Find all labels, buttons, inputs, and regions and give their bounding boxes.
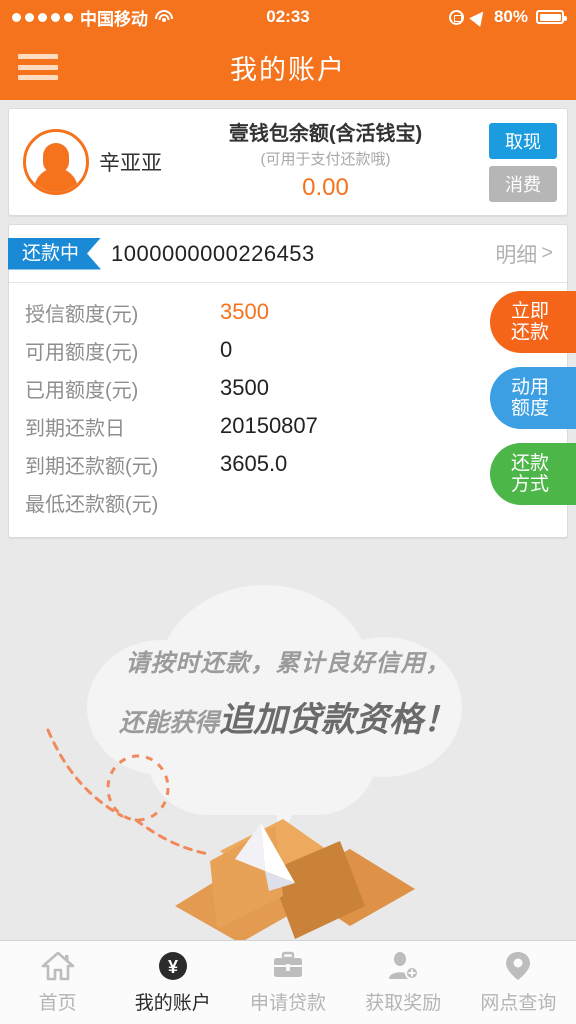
tab-get-reward[interactable]: 获取奖励 xyxy=(346,950,461,1015)
row-label: 到期还款日 xyxy=(25,417,125,440)
account-balance-card: 辛亚亚 壹钱包余额(含活钱宝) (可用于支付还款哦) 0.00 取现 消费 xyxy=(8,108,568,216)
battery-icon xyxy=(536,10,567,24)
use-credit-button[interactable]: 动用 额度 xyxy=(490,367,576,429)
repay-method-button[interactable]: 还款 方式 xyxy=(490,443,576,505)
page-title: 我的账户 xyxy=(230,54,346,85)
user-avatar-icon[interactable] xyxy=(23,129,89,195)
balance-title: 壹钱包余额(含活钱宝) xyxy=(228,122,423,145)
status-bar: 中国移动 02:33 80% xyxy=(0,0,576,34)
row-label: 最低还款额(元) xyxy=(25,493,159,516)
tab-home-label: 首页 xyxy=(38,993,77,1014)
table-row: 授信额度(元) 3500 xyxy=(9,293,567,331)
table-row: 已用额度(元) 3500 xyxy=(9,369,567,407)
row-label: 到期还款额(元) xyxy=(25,455,159,478)
user-name: 辛亚亚 xyxy=(99,152,162,175)
table-row: 最低还款额(元) xyxy=(9,483,567,521)
withdraw-button[interactable]: 取现 xyxy=(489,122,557,159)
row-value: 3605.0 xyxy=(220,451,288,476)
repay-method-line1: 还款 xyxy=(510,452,549,474)
rotation-lock-icon xyxy=(448,9,464,25)
balance-block: 壹钱包余额(含活钱宝) (可用于支付还款哦) 0.00 xyxy=(162,123,489,202)
use-credit-line1: 动用 xyxy=(510,376,549,398)
promo-text: 请按时还款，累计良好信用， 还能获得追加贷款资格！ xyxy=(0,643,576,741)
row-value: 20150807 xyxy=(220,413,318,438)
loan-side-actions: 立即 还款 动用 额度 还款 方式 xyxy=(490,291,576,505)
loan-card-header: 还款中 1000000000226453 明细 > xyxy=(9,225,567,283)
home-icon xyxy=(41,950,75,982)
tab-get-reward-label: 获取奖励 xyxy=(365,993,442,1014)
tab-my-account[interactable]: ¥ 我的账户 xyxy=(115,950,230,1015)
promo-line-2: 还能获得追加贷款资格！ xyxy=(0,692,576,741)
account-actions: 取现 消费 xyxy=(489,122,557,202)
location-arrow-icon xyxy=(469,7,489,27)
tab-branch-search[interactable]: 网点查询 xyxy=(461,950,576,1015)
row-value: 0 xyxy=(220,337,233,362)
promo-line-2-prefix: 还能获得 xyxy=(118,709,219,737)
balance-subtitle: (可用于支付还款哦) xyxy=(260,150,391,168)
tab-branch-search-label: 网点查询 xyxy=(480,993,557,1014)
repay-method-line2: 方式 xyxy=(510,474,549,495)
repay-now-line2: 还款 xyxy=(510,322,549,343)
person-add-icon xyxy=(386,950,420,982)
status-badge: 还款中 xyxy=(8,238,101,270)
svg-text:¥: ¥ xyxy=(168,957,178,977)
loan-rows: 授信额度(元) 3500 可用额度(元) 0 已用额度(元) 3500 到期还款… xyxy=(9,283,576,537)
tab-home[interactable]: 首页 xyxy=(0,950,115,1015)
row-value: 3500 xyxy=(220,375,269,400)
tab-apply-loan[interactable]: 申请贷款 xyxy=(230,950,345,1015)
table-row: 到期还款日 20150807 xyxy=(9,407,567,445)
row-label: 可用额度(元) xyxy=(25,341,139,364)
row-label: 授信额度(元) xyxy=(25,303,139,326)
row-value: 3500 xyxy=(220,299,269,324)
hamburger-menu-icon[interactable] xyxy=(18,54,58,80)
detail-link[interactable]: 明细 > xyxy=(495,239,553,269)
loan-account-number: 1000000000226453 xyxy=(111,240,315,266)
table-row: 到期还款额(元) 3605.0 xyxy=(9,445,567,483)
tab-apply-loan-label: 申请贷款 xyxy=(250,993,327,1014)
open-box-icon xyxy=(175,819,415,940)
balance-amount: 0.00 xyxy=(302,173,349,201)
repay-now-button[interactable]: 立即 还款 xyxy=(490,291,576,353)
use-credit-line2: 额度 xyxy=(510,398,549,419)
yuan-circle-icon: ¥ xyxy=(156,950,190,982)
chevron-right-icon: > xyxy=(541,242,553,264)
bottom-navigation: 首页 ¥ 我的账户 申请贷款 获取奖励 网点查询 xyxy=(0,940,576,1024)
tab-my-account-label: 我的账户 xyxy=(134,993,211,1014)
row-label: 已用额度(元) xyxy=(25,379,139,402)
detail-link-label: 明细 xyxy=(495,243,538,267)
table-row: 可用额度(元) 0 xyxy=(9,331,567,369)
promo-line-2-strong: 追加贷款资格！ xyxy=(219,701,457,739)
repay-now-line1: 立即 xyxy=(510,300,549,322)
promo-banner: 请按时还款，累计良好信用， 还能获得追加贷款资格！ xyxy=(0,565,576,940)
app-header: 我的账户 xyxy=(0,34,576,100)
briefcase-icon xyxy=(271,950,305,982)
spend-button[interactable]: 消费 xyxy=(489,165,557,202)
location-pin-icon xyxy=(501,950,535,982)
loan-detail-card: 还款中 1000000000226453 明细 > 授信额度(元) 3500 可… xyxy=(8,224,576,538)
battery-percent-label: 80% xyxy=(493,7,528,26)
status-bar-right: 80% xyxy=(448,7,567,27)
promo-line-1: 请按时还款，累计良好信用， xyxy=(125,650,451,677)
